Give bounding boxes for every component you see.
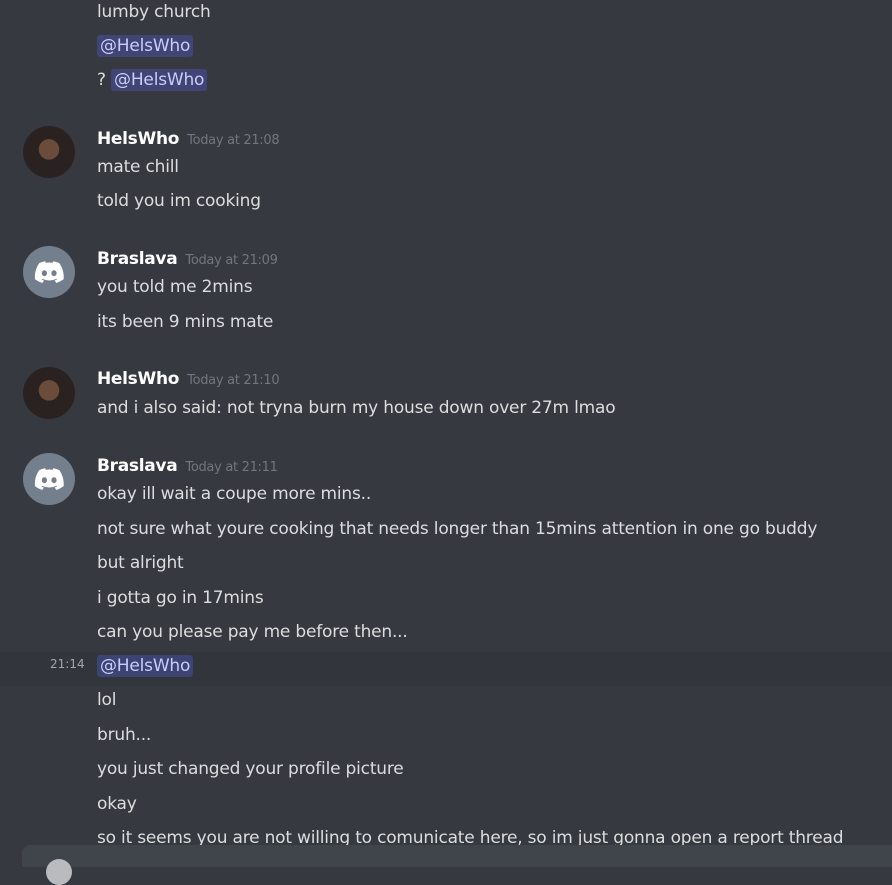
avatar[interactable] bbox=[23, 453, 75, 505]
timestamp: Today at 21:08 bbox=[187, 133, 280, 148]
hover-timestamp: 21:14 bbox=[50, 657, 85, 671]
message-line: not sure what youre cooking that needs l… bbox=[97, 519, 818, 539]
avatar[interactable] bbox=[23, 126, 75, 178]
message-line: @HelsWho bbox=[97, 655, 194, 677]
message-line: and i also said: not tryna burn my house… bbox=[97, 398, 616, 418]
message-line: but alright bbox=[97, 553, 184, 573]
username[interactable]: Braslava bbox=[97, 456, 178, 476]
message-line: lumby church bbox=[97, 2, 211, 22]
message-header: HelsWho Today at 21:08 bbox=[97, 128, 280, 152]
message-line: lol bbox=[97, 690, 117, 710]
message-line: you just changed your profile picture bbox=[97, 759, 404, 779]
username[interactable]: Braslava bbox=[97, 249, 178, 269]
message-input-bar[interactable] bbox=[22, 845, 892, 867]
message-header: HelsWho Today at 21:10 bbox=[97, 368, 280, 392]
username[interactable]: HelsWho bbox=[97, 129, 179, 149]
message-line: its been 9 mins mate bbox=[97, 312, 274, 332]
message-line: @HelsWho bbox=[97, 35, 194, 57]
timestamp: Today at 21:09 bbox=[185, 253, 278, 268]
message-line: told you im cooking bbox=[97, 191, 261, 211]
message-line: i gotta go in 17mins bbox=[97, 588, 264, 608]
avatar[interactable] bbox=[23, 246, 75, 298]
message-line: bruh... bbox=[97, 725, 152, 745]
timestamp: Today at 21:11 bbox=[185, 460, 278, 475]
username[interactable]: HelsWho bbox=[97, 369, 179, 389]
message-line: mate chill bbox=[97, 157, 179, 177]
mention[interactable]: @HelsWho bbox=[111, 69, 208, 91]
message-line: okay ill wait a coupe more mins.. bbox=[97, 484, 372, 504]
message-line: okay bbox=[97, 794, 137, 814]
timestamp: Today at 21:10 bbox=[187, 373, 280, 388]
avatar[interactable] bbox=[46, 859, 72, 885]
message-header: Braslava Today at 21:11 bbox=[97, 455, 278, 479]
message-line: ? @HelsWho bbox=[97, 69, 208, 91]
message-text: ? bbox=[97, 70, 106, 90]
avatar[interactable] bbox=[23, 367, 75, 419]
discord-logo-icon bbox=[34, 468, 64, 490]
message-header: Braslava Today at 21:09 bbox=[97, 248, 278, 272]
message-line: can you please pay me before then... bbox=[97, 622, 408, 642]
mention[interactable]: @HelsWho bbox=[97, 655, 194, 677]
mention[interactable]: @HelsWho bbox=[97, 35, 194, 57]
message-line: you told me 2mins bbox=[97, 277, 253, 297]
discord-logo-icon bbox=[34, 261, 64, 283]
